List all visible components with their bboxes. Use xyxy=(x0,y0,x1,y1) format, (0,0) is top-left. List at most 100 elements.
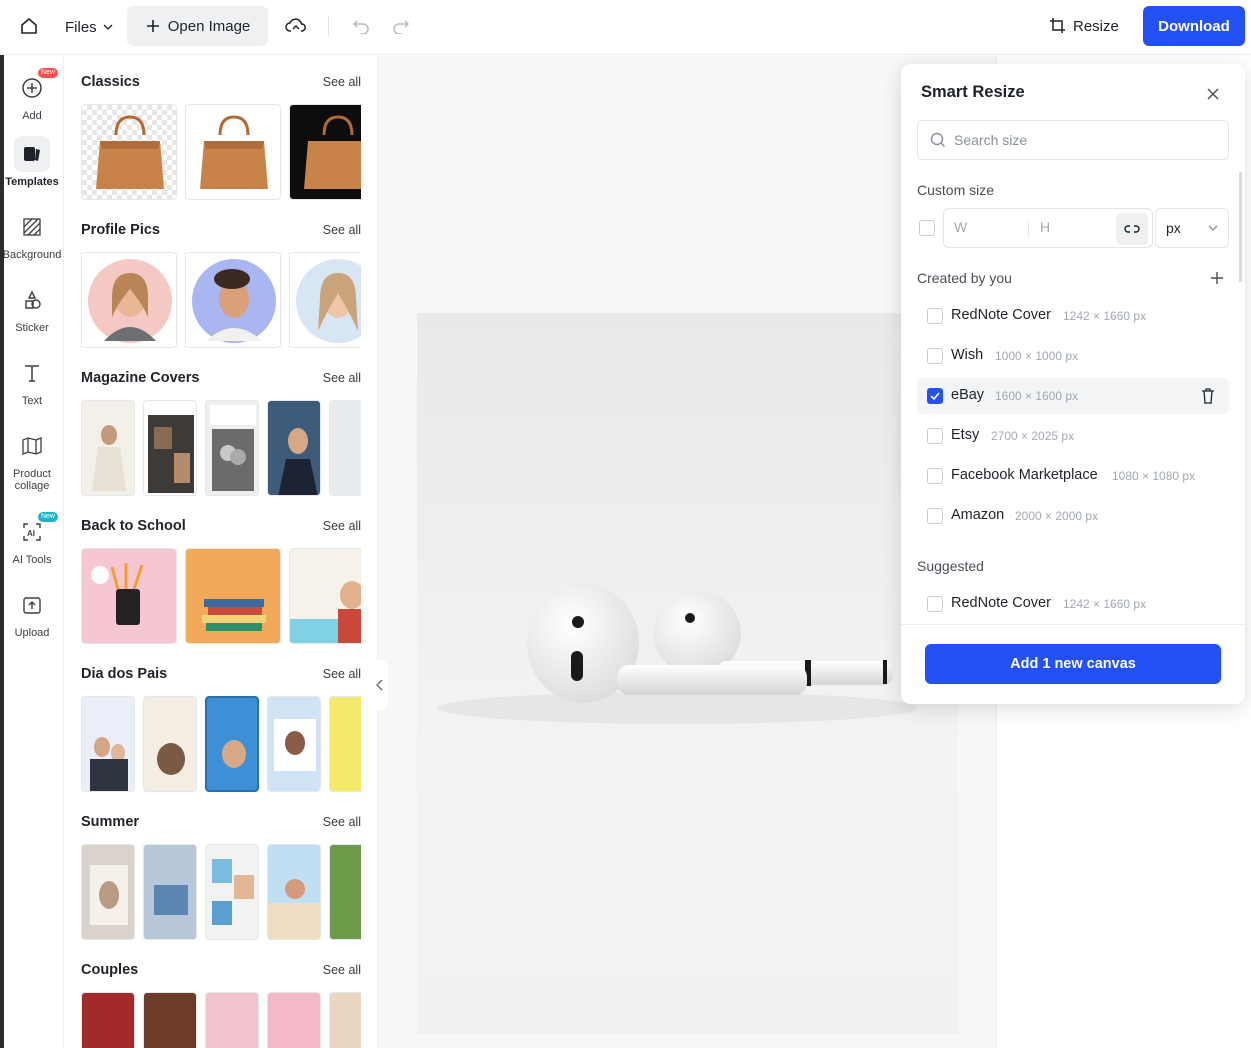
see-all-link[interactable]: See all xyxy=(323,223,361,237)
see-all-link[interactable]: See all xyxy=(323,75,361,89)
files-menu[interactable]: Files xyxy=(57,8,121,46)
delete-size-button[interactable] xyxy=(1199,386,1217,406)
section-classics: Classics See all xyxy=(81,72,361,200)
home-icon xyxy=(21,18,37,34)
size-checkbox[interactable] xyxy=(927,508,943,524)
section-profile-pics: Profile Pics See all xyxy=(81,220,361,348)
size-checkbox[interactable] xyxy=(927,348,943,364)
add-custom-size-button[interactable] xyxy=(1207,268,1227,288)
size-option-wish[interactable]: Wish 1000 × 1000 px xyxy=(917,338,1229,374)
rail-item-add[interactable]: New Add xyxy=(0,68,64,122)
see-all-link[interactable]: See all xyxy=(323,371,361,385)
size-option-etsy[interactable]: Etsy 2700 × 2025 px xyxy=(917,418,1229,454)
size-option-rednote-cover[interactable]: RedNote Cover 1242 × 1660 px xyxy=(917,298,1229,334)
template-thumbnail[interactable] xyxy=(81,696,135,792)
popover-scrollbar[interactable] xyxy=(1239,172,1242,282)
search-size-input[interactable] xyxy=(954,132,1194,148)
template-thumbnail[interactable] xyxy=(289,252,361,348)
add-new-canvas-button[interactable]: Add 1 new canvas xyxy=(925,644,1221,684)
size-name: eBay xyxy=(951,387,985,403)
ai-tools-icon: AI New xyxy=(14,512,58,550)
template-thumbnail[interactable] xyxy=(205,400,259,496)
template-thumbnail[interactable] xyxy=(205,696,259,792)
section-back-to-school: Back to School See all xyxy=(81,516,361,644)
rail-item-background[interactable]: Background xyxy=(0,209,64,261)
chevron-down-icon xyxy=(1208,225,1218,231)
cloud-save-button[interactable] xyxy=(280,11,312,41)
template-thumbnail[interactable] xyxy=(329,400,361,496)
size-option-facebook-marketplace[interactable]: Facebook Marketplace 1080 × 1080 px xyxy=(917,458,1229,494)
download-button[interactable]: Download xyxy=(1143,6,1245,46)
template-thumbnail[interactable] xyxy=(185,252,281,348)
size-checkbox-checked[interactable] xyxy=(927,388,943,404)
sticker-icon xyxy=(14,282,50,318)
template-thumbnail[interactable] xyxy=(81,104,177,200)
template-thumbnail[interactable] xyxy=(267,992,321,1048)
left-rail: New Add Templates Background Sticker Tex… xyxy=(0,56,64,1048)
template-thumbnail[interactable] xyxy=(267,400,321,496)
see-all-link[interactable]: See all xyxy=(323,667,361,681)
size-dimensions: 1000 × 1000 px xyxy=(995,349,1079,363)
template-thumbnail[interactable] xyxy=(81,252,177,348)
size-option-amazon[interactable]: Amazon 2000 × 2000 px xyxy=(917,498,1229,534)
see-all-link[interactable]: See all xyxy=(323,815,361,829)
template-thumbnail[interactable] xyxy=(267,844,321,940)
template-thumbnail[interactable] xyxy=(143,992,197,1048)
text-icon xyxy=(14,355,50,391)
rail-item-upload[interactable]: Upload xyxy=(0,587,64,639)
size-checkbox[interactable] xyxy=(927,428,943,444)
template-thumbnail[interactable] xyxy=(205,992,259,1048)
template-thumbnail[interactable] xyxy=(143,696,197,792)
width-input[interactable] xyxy=(954,219,1014,235)
template-thumbnail[interactable] xyxy=(81,844,135,940)
collapse-panel-button[interactable] xyxy=(372,660,388,710)
airpods-product-image xyxy=(437,583,917,724)
template-thumbnail[interactable] xyxy=(289,548,361,644)
files-label: Files xyxy=(65,18,97,36)
see-all-link[interactable]: See all xyxy=(323,519,361,533)
template-thumbnail[interactable] xyxy=(143,844,197,940)
template-thumbnail[interactable] xyxy=(81,992,135,1048)
created-by-you-label: Created by you xyxy=(917,270,1012,286)
template-thumbnail[interactable] xyxy=(81,400,135,496)
size-name: Etsy xyxy=(951,427,980,443)
height-input[interactable] xyxy=(1040,219,1100,235)
rail-item-templates[interactable]: Templates xyxy=(0,136,64,188)
rail-label-product-collage: Product collage xyxy=(13,468,51,492)
trash-icon xyxy=(1202,388,1214,404)
design-canvas[interactable] xyxy=(417,313,958,1034)
custom-size-checkbox[interactable] xyxy=(919,220,935,236)
plus-icon xyxy=(146,20,159,32)
template-thumbnail[interactable] xyxy=(143,400,197,496)
lock-ratio-button[interactable] xyxy=(1116,213,1148,245)
template-thumbnail[interactable] xyxy=(329,992,361,1048)
undo-button[interactable] xyxy=(346,11,376,41)
open-image-button[interactable]: Open Image xyxy=(127,6,268,46)
home-button[interactable] xyxy=(14,11,44,41)
rail-item-sticker[interactable]: Sticker xyxy=(0,282,64,334)
upload-icon xyxy=(14,587,50,623)
suggested-option-rednote-cover[interactable]: RedNote Cover 1242 × 1660 px xyxy=(917,586,1229,622)
template-thumbnail[interactable] xyxy=(329,844,361,940)
rail-item-text[interactable]: Text xyxy=(0,355,64,407)
size-checkbox[interactable] xyxy=(927,596,943,612)
rail-item-ai-tools[interactable]: AI New AI Tools xyxy=(0,512,64,566)
see-all-link[interactable]: See all xyxy=(323,963,361,977)
template-thumbnail[interactable] xyxy=(267,696,321,792)
rail-item-product-collage[interactable]: Product collage xyxy=(0,428,64,492)
size-checkbox[interactable] xyxy=(927,308,943,324)
template-thumbnail[interactable] xyxy=(185,104,281,200)
popover-title: Smart Resize xyxy=(921,83,1025,101)
size-checkbox[interactable] xyxy=(927,468,943,484)
resize-button[interactable]: Resize xyxy=(1041,8,1127,44)
template-thumbnail[interactable] xyxy=(329,696,361,792)
template-thumbnail[interactable] xyxy=(185,548,281,644)
template-thumbnail[interactable] xyxy=(205,844,259,940)
close-button[interactable] xyxy=(1201,82,1225,106)
size-option-ebay[interactable]: eBay 1600 × 1600 px xyxy=(917,378,1229,414)
redo-button[interactable] xyxy=(386,11,416,41)
unit-select[interactable]: px xyxy=(1155,208,1229,248)
template-thumbnail[interactable] xyxy=(81,548,177,644)
rail-label-templates: Templates xyxy=(5,176,59,188)
template-thumbnail[interactable] xyxy=(289,104,361,200)
